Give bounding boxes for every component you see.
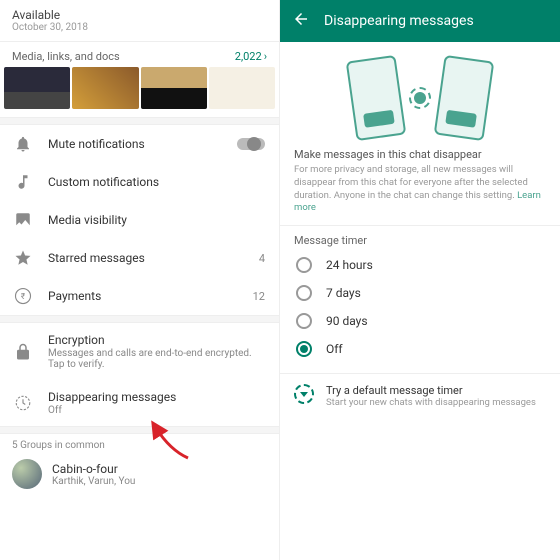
media-thumb[interactable] <box>4 67 70 109</box>
timer-icon <box>294 384 314 404</box>
group-name: Cabin-o-four <box>52 462 135 476</box>
status-date: October 30, 2018 <box>12 22 267 33</box>
option-label: 24 hours <box>326 258 373 272</box>
media-thumb[interactable] <box>72 67 138 109</box>
media-vis-label: Media visibility <box>48 213 265 227</box>
footer-title: Try a default message timer <box>326 384 536 397</box>
disappearing-label: Disappearing messages <box>48 390 265 404</box>
desc-heading: Make messages in this chat disappear <box>294 148 546 161</box>
star-icon <box>14 249 32 267</box>
disappearing-messages-pane: Disappearing messages Make messages in t… <box>280 0 560 560</box>
starred-count: 4 <box>259 252 265 265</box>
phone-illustration <box>434 55 495 141</box>
rupee-icon: ₹ <box>14 287 32 305</box>
disappearing-messages-row[interactable]: Disappearing messages Off <box>0 380 279 426</box>
page-title: Disappearing messages <box>324 13 474 29</box>
hero-illustration <box>280 42 560 148</box>
group-row[interactable]: Cabin-o-four Karthik, Varun, You <box>0 453 279 495</box>
media-thumb[interactable] <box>141 67 207 109</box>
default-timer-row[interactable]: Try a default message timer Start your n… <box>280 373 560 418</box>
status-block: Available October 30, 2018 <box>0 0 279 42</box>
radio-icon-selected[interactable] <box>296 341 312 357</box>
media-visibility-row[interactable]: Media visibility <box>0 201 279 239</box>
media-thumbnails[interactable] <box>0 67 279 117</box>
media-thumb[interactable] <box>209 67 275 109</box>
option-label: 90 days <box>326 314 368 328</box>
mute-notifications-row[interactable]: Mute notifications <box>0 125 279 163</box>
lock-icon <box>14 343 32 361</box>
mute-label: Mute notifications <box>48 137 221 151</box>
media-label: Media, links, and docs <box>12 50 120 63</box>
timer-icon <box>14 394 32 412</box>
desc-body: For more privacy and storage, all new me… <box>294 164 546 215</box>
option-label: 7 days <box>326 286 361 300</box>
payments-row[interactable]: ₹ Payments 12 <box>0 277 279 315</box>
disappearing-sub: Off <box>48 405 265 416</box>
bell-icon <box>14 135 32 153</box>
svg-text:₹: ₹ <box>21 292 26 302</box>
radio-icon[interactable] <box>296 285 312 301</box>
timer-option-24h[interactable]: 24 hours <box>280 251 560 279</box>
radio-icon[interactable] <box>296 257 312 273</box>
option-label: Off <box>326 342 343 356</box>
timer-illustration <box>409 87 431 109</box>
back-button[interactable] <box>292 10 310 32</box>
payments-count: 12 <box>253 290 265 303</box>
custom-notifications-row[interactable]: Custom notifications <box>0 163 279 201</box>
description-block: Make messages in this chat disappear For… <box>280 148 560 225</box>
footer-sub: Start your new chats with disappearing m… <box>326 397 536 408</box>
media-count: 2,022 › <box>235 50 267 63</box>
group-avatar <box>12 459 42 489</box>
message-timer-label: Message timer <box>280 225 560 251</box>
chevron-right-icon: › <box>264 50 267 63</box>
phone-illustration <box>346 55 407 141</box>
timer-option-7d[interactable]: 7 days <box>280 279 560 307</box>
groups-header: 5 Groups in common <box>0 434 279 453</box>
radio-icon[interactable] <box>296 313 312 329</box>
header-bar: Disappearing messages <box>280 0 560 42</box>
media-links-docs-row[interactable]: Media, links, and docs 2,022 › <box>0 42 279 67</box>
custom-label: Custom notifications <box>48 175 265 189</box>
encryption-label: Encryption <box>48 333 265 347</box>
starred-label: Starred messages <box>48 251 243 265</box>
group-members: Karthik, Varun, You <box>52 476 135 487</box>
status-text: Available <box>12 8 267 22</box>
contact-info-pane: Available October 30, 2018 Media, links,… <box>0 0 280 560</box>
image-icon <box>14 211 32 229</box>
starred-messages-row[interactable]: Starred messages 4 <box>0 239 279 277</box>
music-note-icon <box>14 173 32 191</box>
encryption-row[interactable]: Encryption Messages and calls are end-to… <box>0 323 279 380</box>
mute-toggle[interactable] <box>237 138 265 150</box>
timer-option-off[interactable]: Off <box>280 335 560 363</box>
payments-label: Payments <box>48 289 237 303</box>
timer-option-90d[interactable]: 90 days <box>280 307 560 335</box>
encryption-sub: Messages and calls are end-to-end encryp… <box>48 348 265 370</box>
